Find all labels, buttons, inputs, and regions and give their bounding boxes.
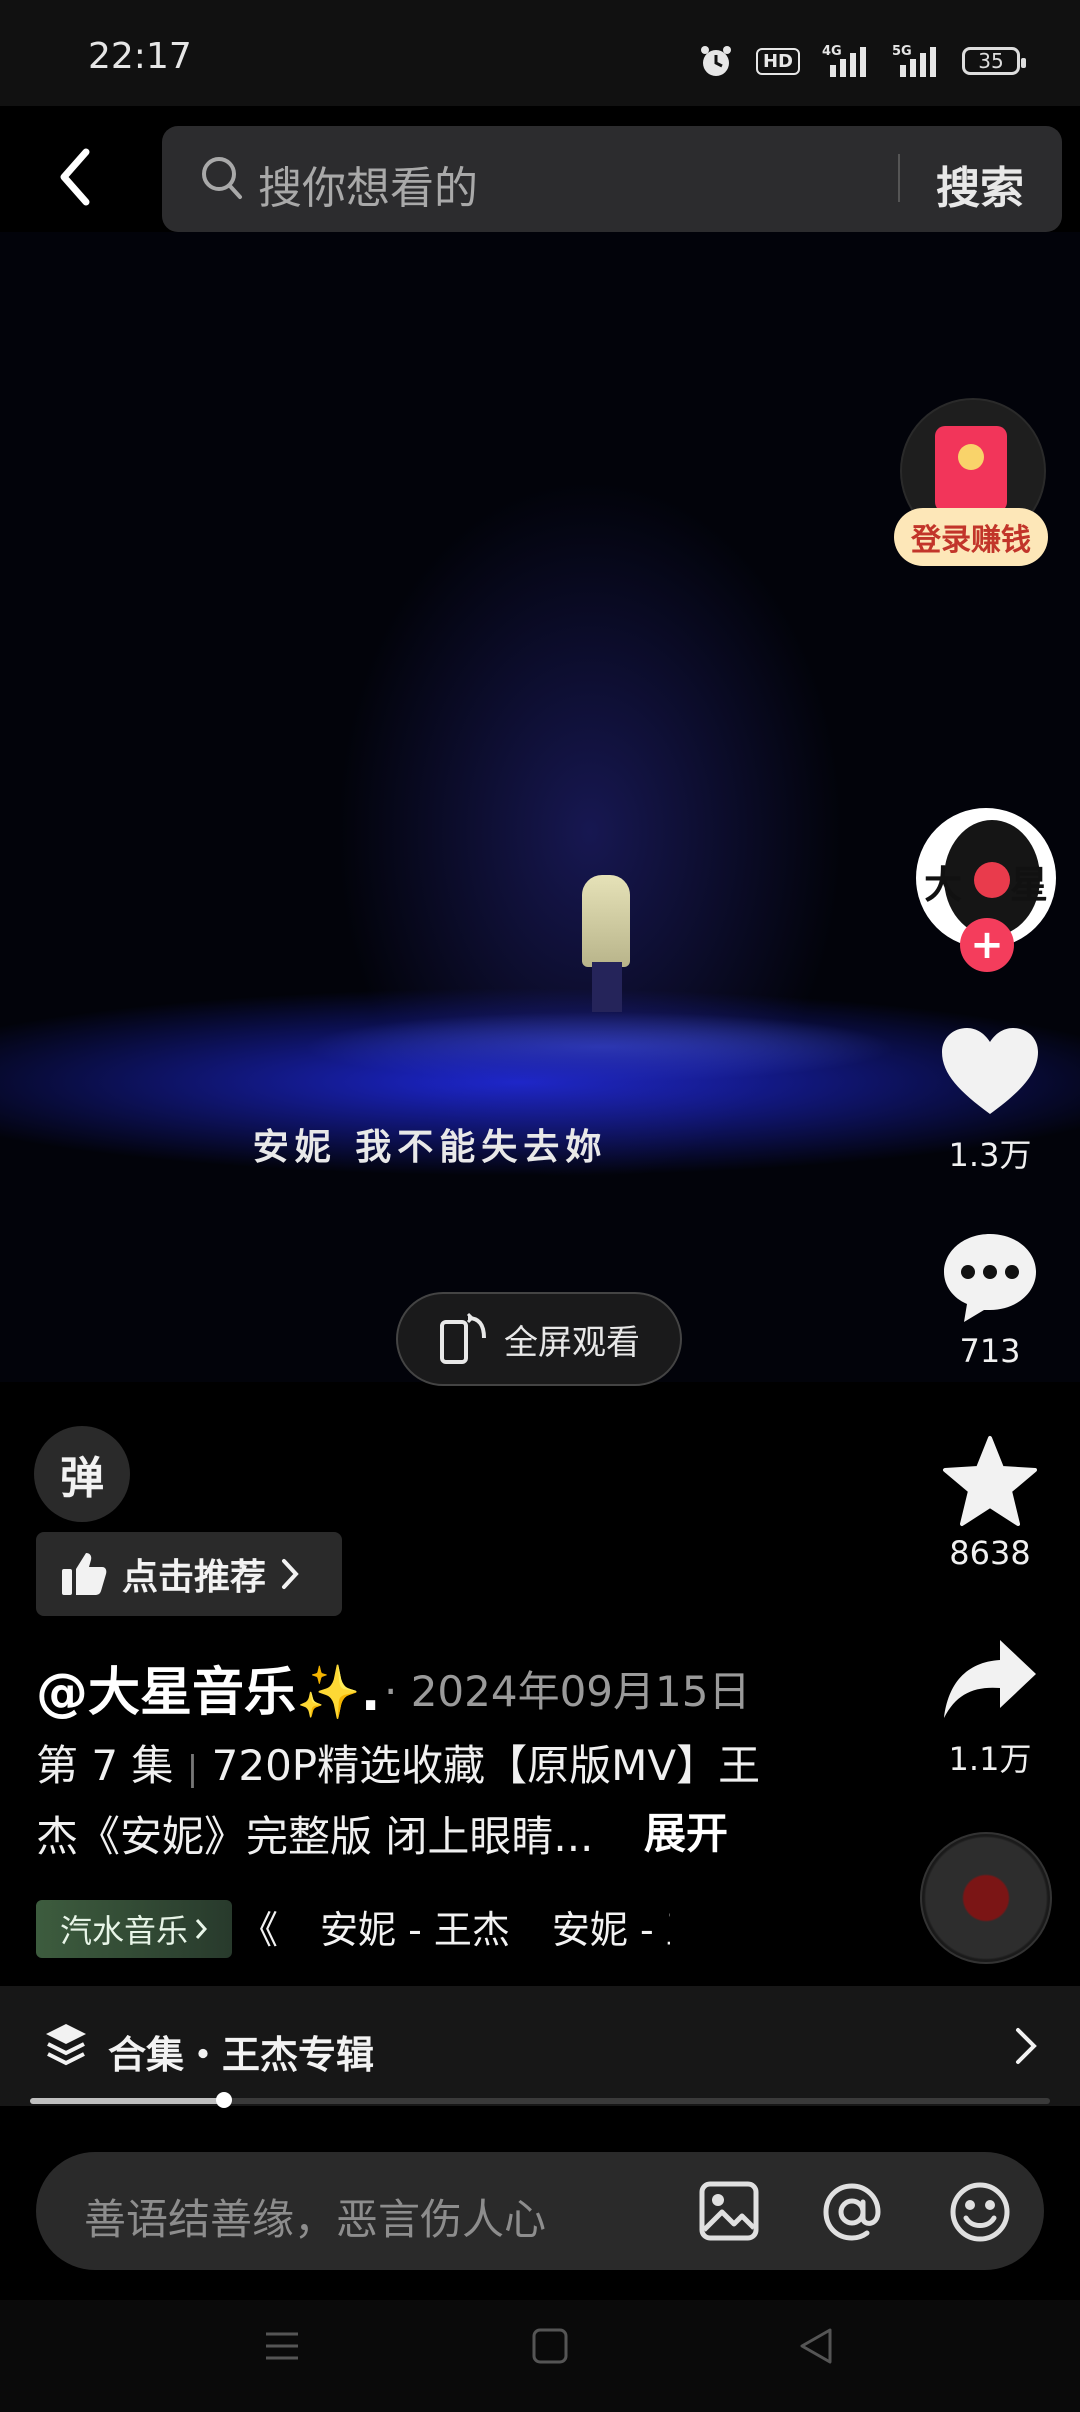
comment-placeholder: 善语结善缘，恶言伤人心 <box>84 2195 547 2244</box>
chevron-right-icon <box>195 1919 208 1939</box>
status-time: 22:17 <box>88 36 192 77</box>
signal-4g-icon: 4G <box>822 44 866 77</box>
fullscreen-label: 全屏观看 <box>504 1322 640 1363</box>
back-button[interactable] <box>48 142 108 212</box>
recommend-label: 点击推荐 <box>122 1557 267 1598</box>
follow-plus-button[interactable]: + <box>960 918 1014 972</box>
chevron-right-icon <box>1016 2028 1037 2064</box>
favorite-button[interactable] <box>930 1434 1050 1530</box>
video-subtitle: 安妮 我不能失去妳 <box>252 1127 608 1168</box>
music-app-label: 汽水音乐 <box>59 1912 188 1950</box>
expand-button[interactable]: 展开 <box>644 1800 728 1861</box>
music-app-tag[interactable]: 汽水音乐 <box>36 1900 232 1958</box>
search-icon <box>202 157 242 199</box>
thumbs-up-icon <box>62 1553 107 1595</box>
music-title-marquee[interactable]: 《安妮 - 王杰安妮 - 王 <box>240 1900 670 1960</box>
chevron-right-icon <box>282 1559 299 1589</box>
home-icon[interactable] <box>530 2326 570 2366</box>
author-name[interactable]: @大星音乐✨. <box>36 1650 381 1725</box>
signal-5g-icon: 5G <box>892 44 936 77</box>
avatar-char-1: 大 <box>924 862 963 907</box>
marquee-fragment: 《 <box>240 1908 279 1952</box>
vinyl-label <box>974 862 1010 898</box>
alarm-icon <box>700 46 731 76</box>
rotate-screen-icon <box>440 1312 486 1364</box>
heart-icon <box>942 1028 1038 1114</box>
comment-count: 713 <box>959 1332 1021 1370</box>
chevron-left-icon <box>60 148 90 206</box>
avatar-char-2: 星 <box>1010 862 1049 907</box>
recommend-button[interactable]: 点击推荐 <box>36 1532 342 1616</box>
search-placeholder: 搜你想看的 <box>258 163 478 214</box>
episode-label: 第 7 集 <box>36 1741 174 1790</box>
login-earn-badge[interactable]: 登录赚钱 <box>894 508 1048 566</box>
collection-progress-fill <box>30 2098 224 2104</box>
search-divider <box>898 154 900 202</box>
comment-button[interactable] <box>930 1230 1050 1326</box>
share-arrow-icon <box>944 1640 1036 1718</box>
share-count: 1.1万 <box>948 1740 1032 1778</box>
comment-bubble-icon <box>944 1234 1036 1322</box>
favorite-count: 8638 <box>949 1534 1031 1572</box>
emoji-icon[interactable] <box>948 2180 1012 2244</box>
menu-icon[interactable] <box>262 2326 302 2366</box>
svg-text:5G: 5G <box>892 44 912 59</box>
image-icon[interactable] <box>698 2180 760 2242</box>
layers-icon <box>46 2024 86 2066</box>
description-text-1: 720P精选收藏【原版MV】王 <box>211 1741 761 1790</box>
post-date: · 2024年09月15日 <box>384 1667 751 1716</box>
marquee-song: 安妮 - 王杰 <box>320 1908 510 1952</box>
fullscreen-button[interactable]: 全屏观看 <box>396 1292 682 1386</box>
video-performer-legs <box>592 962 622 1012</box>
svg-text:4G: 4G <box>822 44 842 59</box>
video-performer <box>582 875 630 967</box>
danmu-toggle-button[interactable]: 弹 <box>34 1426 130 1522</box>
video-player[interactable] <box>0 232 1080 1382</box>
mention-icon[interactable] <box>820 2180 884 2244</box>
star-icon <box>943 1436 1037 1526</box>
hd-badge: HD <box>755 47 800 75</box>
episode-separator: | <box>186 1749 199 1789</box>
like-button[interactable] <box>930 1026 1050 1118</box>
battery-icon: 35 <box>962 47 1026 75</box>
like-count: 1.3万 <box>948 1136 1032 1174</box>
music-disc-icon[interactable] <box>920 1832 1052 1964</box>
collection-label: 合集・王杰专辑 <box>108 2033 375 2077</box>
back-nav-icon[interactable] <box>796 2326 836 2366</box>
marquee-song-repeat: 安妮 - 王 <box>551 1908 670 1952</box>
search-button[interactable]: 搜索 <box>936 152 1024 216</box>
description-line-1: 第 7 集 | 720P精选收藏【原版MV】王 <box>36 1732 816 1803</box>
coin-icon <box>958 444 984 470</box>
collection-progress-knob[interactable] <box>215 2092 232 2108</box>
status-icons: HD 4G 5G 35 <box>698 36 1026 86</box>
share-button[interactable] <box>930 1636 1050 1722</box>
